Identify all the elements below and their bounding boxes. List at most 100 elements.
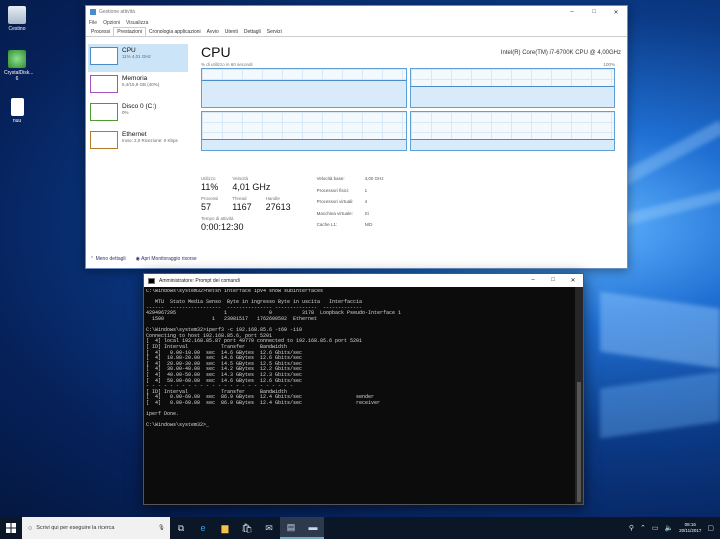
graph-max-label: 100% bbox=[603, 62, 615, 67]
cmd-taskbar-icon[interactable]: ▬ bbox=[302, 517, 324, 539]
task-manager-taskbar-icon[interactable]: ▤ bbox=[280, 517, 302, 539]
notifications-icon[interactable]: ▢ bbox=[707, 524, 714, 532]
maximize-button[interactable]: □ bbox=[543, 277, 563, 284]
cpu-stats: Utilizzo 11% Velocità 4,01 GHz Processi 57 … bbox=[201, 176, 385, 232]
core-graph bbox=[201, 111, 407, 151]
task-manager-icon bbox=[90, 9, 96, 15]
console-output[interactable]: C:\Windows\system32>netsh interface ipv4… bbox=[146, 289, 573, 504]
cpu-model: Intel(R) Core(TM) i7-6700K CPU @ 4,00GHz bbox=[500, 50, 621, 56]
desktop-icon-label: Cestino bbox=[8, 26, 26, 32]
edge-icon[interactable]: e bbox=[192, 517, 214, 539]
store-icon[interactable]: 🛍 bbox=[236, 517, 258, 539]
tab-startup[interactable]: Avvio bbox=[204, 28, 222, 36]
menu-view[interactable]: Visualizza bbox=[126, 20, 148, 26]
utilization-value: 11% bbox=[201, 182, 219, 192]
processes-value: 57 bbox=[201, 202, 212, 212]
cpu-thumbnail bbox=[90, 47, 118, 65]
threads-value: 1167 bbox=[232, 202, 252, 212]
stat-label: Utilizzo bbox=[201, 176, 216, 181]
menu-bar: File Opzioni Visualizza bbox=[86, 18, 627, 27]
resource-value: 11% 4,01 GHz bbox=[122, 54, 151, 59]
network-icon[interactable]: ▭ bbox=[652, 524, 659, 532]
clock[interactable]: 08:16 20/11/2017 bbox=[679, 522, 701, 534]
window-title: Gestione attività bbox=[99, 9, 135, 15]
cpu-graphs bbox=[201, 68, 615, 151]
task-view-button[interactable]: ⧉ bbox=[170, 517, 192, 539]
recycle-bin-icon[interactable]: Cestino bbox=[4, 6, 30, 32]
core-graph bbox=[409, 68, 615, 108]
resource-monitor-link[interactable]: ◉ Apri Monitoraggio risorse bbox=[136, 256, 197, 262]
tab-details[interactable]: Dettagli bbox=[241, 28, 264, 36]
windows-logo-icon bbox=[6, 523, 16, 533]
tab-services[interactable]: Servizi bbox=[264, 28, 285, 36]
tab-processes[interactable]: Processi bbox=[88, 28, 113, 36]
minimize-button[interactable]: – bbox=[561, 9, 583, 16]
minimize-button[interactable]: – bbox=[523, 277, 543, 284]
fewer-details-link[interactable]: ⌃ Meno dettagli bbox=[90, 256, 126, 262]
uptime-value: 0:00:12:30 bbox=[201, 222, 244, 232]
stat-label: Processi bbox=[201, 196, 219, 201]
resource-value: 6,4/15,9 GB (40%) bbox=[122, 82, 160, 87]
resource-ethernet[interactable]: Ethernet Invio: 2,0 Ricezione: 0 Kbps bbox=[88, 128, 188, 156]
resource-memory[interactable]: Memoria 6,4/15,9 GB (40%) bbox=[88, 72, 188, 100]
task-manager-window: Gestione attività – □ ✕ File Opzioni Vis… bbox=[85, 5, 628, 269]
detail-key: Processori virtuali: bbox=[316, 199, 354, 205]
system-tray: ⚲ ⌃ ▭ 🔈 08:16 20/11/2017 ▢ bbox=[629, 522, 720, 534]
detail-value: 4 bbox=[364, 199, 368, 205]
search-box[interactable]: ○ Scrivi qui per eseguire la ricerca 🎙 bbox=[22, 517, 170, 539]
detail-value: 4,00 GHz bbox=[364, 176, 384, 181]
resource-value: Invio: 2,0 Ricezione: 0 Kbps bbox=[122, 138, 178, 143]
stat-label: Velocità bbox=[232, 176, 249, 181]
core-graph bbox=[409, 111, 615, 151]
menu-options[interactable]: Opzioni bbox=[103, 20, 120, 26]
detail-key: Macchina virtuale: bbox=[316, 210, 353, 216]
tab-app-history[interactable]: Cronologia applicazioni bbox=[146, 28, 204, 36]
resource-name: Memoria bbox=[122, 75, 148, 82]
file-icon[interactable]: nuu bbox=[4, 98, 30, 124]
core-graph bbox=[201, 68, 407, 108]
scrollbar[interactable] bbox=[575, 287, 583, 504]
resource-cpu[interactable]: CPU 11% 4,01 GHz bbox=[88, 44, 188, 72]
desktop-icon-label: nuu bbox=[12, 118, 22, 124]
tab-users[interactable]: Utenti bbox=[222, 28, 241, 36]
speed-value: 4,01 GHz bbox=[232, 182, 271, 192]
resource-name: Ethernet bbox=[122, 131, 147, 138]
resource-disk[interactable]: Disco 0 (C:) 0% bbox=[88, 100, 188, 128]
stat-label: Handle bbox=[265, 196, 280, 201]
cmd-icon bbox=[148, 277, 155, 284]
window-titlebar[interactable]: Gestione attività – □ ✕ bbox=[86, 6, 627, 18]
detail-value: Sì bbox=[364, 210, 369, 216]
detail-key: Processori fisici: bbox=[316, 187, 350, 193]
detail-key: Cache L1: bbox=[316, 222, 338, 228]
search-placeholder: Scrivi qui per eseguire la ricerca bbox=[36, 525, 115, 531]
disk-thumbnail bbox=[90, 103, 118, 121]
resource-name: CPU bbox=[122, 47, 136, 54]
people-icon[interactable]: ⚲ bbox=[629, 524, 634, 532]
detail-value: N/D bbox=[364, 222, 373, 228]
crystaldisk-icon[interactable]: CrystalDisk... 6 bbox=[4, 50, 34, 82]
menu-file[interactable]: File bbox=[89, 20, 97, 26]
task-manager-footer: ⌃ Meno dettagli ◉ Apri Monitoraggio riso… bbox=[90, 256, 197, 262]
scrollbar-thumb[interactable] bbox=[577, 382, 581, 502]
graph-label: % di utilizzo in 60 secondi bbox=[201, 62, 253, 67]
file-explorer-icon[interactable]: ▆ bbox=[214, 517, 236, 539]
close-button[interactable]: ✕ bbox=[605, 9, 627, 16]
memory-thumbnail bbox=[90, 75, 118, 93]
desktop-icon-label: CrystalDisk... 6 bbox=[4, 70, 34, 82]
mail-icon[interactable]: ✉ bbox=[258, 517, 280, 539]
resource-monitor-label: Apri Monitoraggio risorse bbox=[141, 256, 197, 262]
cpu-details: Velocità base: 4,00 GHz Processori fisici… bbox=[317, 176, 385, 232]
detail-key: Velocità base: bbox=[316, 176, 345, 181]
ethernet-thumbnail bbox=[90, 131, 118, 149]
chevron-up-icon[interactable]: ⌃ bbox=[640, 524, 646, 532]
microphone-icon[interactable]: 🎙 bbox=[158, 525, 165, 531]
maximize-button[interactable]: □ bbox=[583, 9, 605, 16]
stat-label: Thread bbox=[232, 196, 247, 201]
detail-value: 1 bbox=[364, 187, 368, 193]
close-button[interactable]: ✕ bbox=[563, 277, 583, 284]
tab-performance[interactable]: Prestazioni bbox=[113, 27, 146, 36]
window-titlebar[interactable]: Amministratore: Prompt dei comandi – □ ✕ bbox=[144, 274, 583, 287]
start-button[interactable] bbox=[0, 523, 22, 533]
volume-icon[interactable]: 🔈 bbox=[664, 524, 673, 532]
search-icon: ○ bbox=[28, 524, 33, 532]
